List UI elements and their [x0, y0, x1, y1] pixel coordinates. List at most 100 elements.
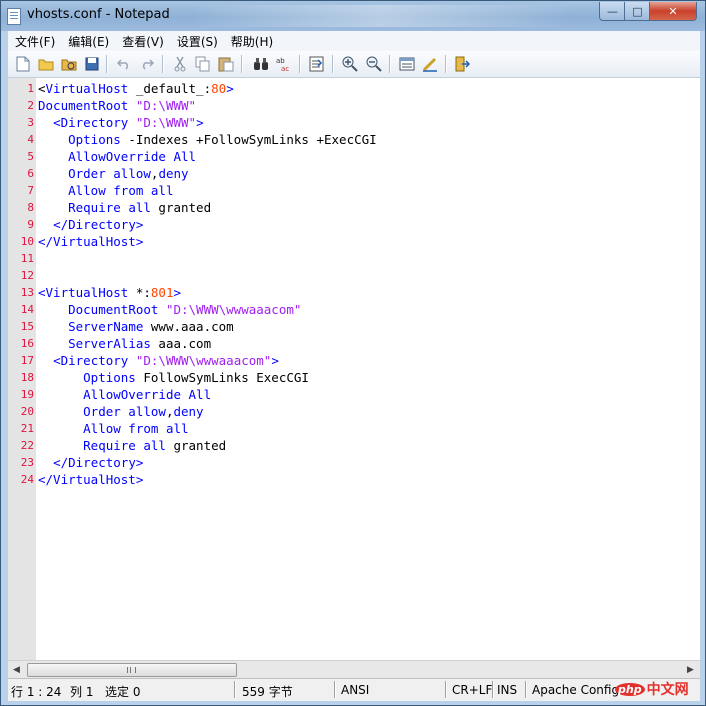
scroll-thumb[interactable]	[27, 663, 237, 677]
redo-icon[interactable]	[138, 55, 156, 73]
cut-icon[interactable]	[171, 55, 189, 73]
line-number: 3	[27, 116, 34, 129]
menu-edit[interactable]: 编辑(E)	[61, 33, 115, 50]
code-line[interactable]	[38, 250, 377, 267]
line-number-gutter: 1 2 3 4 5 6 7 8 9 10 11 12 13 14 15 16 17 18 19 20 21 22 23 24	[8, 78, 36, 660]
minimize-button[interactable]: —	[599, 2, 626, 21]
code-token: Options	[83, 370, 136, 385]
code-line[interactable]: ServerAlias aaa.com	[38, 335, 377, 352]
undo-icon[interactable]	[115, 55, 133, 73]
menu-view[interactable]: 查看(V)	[115, 33, 170, 50]
find-icon[interactable]	[252, 55, 270, 73]
menu-file[interactable]: 文件(F)	[8, 33, 61, 50]
toolbar-separator	[299, 55, 301, 73]
title-bar[interactable]: vhosts.conf - Notepad — □ ✕	[1, 1, 705, 31]
text-editor[interactable]: 1 2 3 4 5 6 7 8 9 10 11 12 13 14 15 16 17 18 19 20 21 22 23 24 …	[8, 78, 700, 660]
code-line[interactable]: DocumentRoot "D:\WWW"	[38, 97, 377, 114]
replace-icon[interactable]: ab ac	[275, 55, 293, 73]
code-token: </Directory>	[53, 217, 144, 232]
code-line[interactable]: Require all granted	[38, 437, 377, 454]
zoom-in-icon[interactable]	[341, 55, 359, 73]
line-number: 1	[27, 82, 34, 95]
code-line[interactable]: <VirtualHost *:801>	[38, 284, 377, 301]
code-token: 801	[150, 285, 174, 300]
code-token: *:	[128, 285, 151, 300]
paste-icon[interactable]	[217, 55, 235, 73]
line-number: 5	[27, 150, 34, 163]
toolbar-separator	[445, 55, 447, 73]
maximize-button[interactable]: □	[624, 2, 651, 21]
code-token: Order allow	[68, 166, 151, 181]
code-line[interactable]: <Directory "D:\WWW\wwwaaacom">	[38, 352, 377, 369]
code-line[interactable]: Options FollowSymLinks ExecCGI	[38, 369, 377, 386]
code-token: >	[173, 285, 181, 300]
code-line[interactable]: <Directory "D:\WWW">	[38, 114, 377, 131]
code-token: granted	[165, 438, 227, 453]
line-number: 2	[27, 99, 34, 112]
zoom-out-icon[interactable]	[365, 55, 383, 73]
view-icon[interactable]	[398, 55, 416, 73]
save-icon[interactable]	[83, 55, 101, 73]
code-line[interactable]: DocumentRoot "D:\WWW\wwwaaacom"	[38, 301, 377, 318]
code-line[interactable]: Allow from all	[38, 420, 377, 437]
scroll-left-icon[interactable]: ◀	[10, 663, 23, 676]
code-token: aaa.com	[150, 336, 212, 351]
line-number: 21	[20, 422, 34, 435]
code-token: granted	[150, 200, 212, 215]
code-line[interactable]: ServerName www.aaa.com	[38, 318, 377, 335]
code-line[interactable]: Order allow,deny	[38, 165, 377, 182]
code-line[interactable]: AllowOverride All	[38, 386, 377, 403]
close-button[interactable]: ✕	[649, 2, 697, 21]
toolbar-separator	[106, 55, 108, 73]
new-file-icon[interactable]	[14, 55, 32, 73]
code-line[interactable]: Order allow,deny	[38, 403, 377, 420]
code-token: Options	[68, 132, 121, 147]
copy-icon[interactable]	[194, 55, 212, 73]
menu-help[interactable]: 帮助(H)	[224, 33, 279, 50]
exit-icon[interactable]	[453, 55, 471, 73]
code-line[interactable]: </VirtualHost>	[38, 233, 377, 250]
code-token: "D:\WWW\wwwaaacom"	[165, 302, 302, 317]
horizontal-scrollbar[interactable]: ◀ ▶	[8, 660, 700, 678]
window-title: vhosts.conf - Notepad	[27, 7, 170, 22]
open-file-icon[interactable]	[37, 55, 55, 73]
status-bytes: 559 字节	[242, 685, 293, 699]
status-divider	[334, 681, 336, 698]
notepad-app-icon[interactable]	[7, 8, 21, 25]
watermark-text: 中文网	[646, 682, 689, 698]
code-line[interactable]: Require all granted	[38, 199, 377, 216]
code-line[interactable]: Allow from all	[38, 182, 377, 199]
line-number: 10	[20, 235, 34, 248]
code-line[interactable]: Options -Indexes +FollowSymLinks +ExecCG…	[38, 131, 377, 148]
code-line[interactable]	[38, 267, 377, 284]
code-area[interactable]: <VirtualHost _default_:80> DocumentRoot "…	[38, 80, 377, 488]
code-line[interactable]: </VirtualHost>	[38, 471, 377, 488]
code-token: -Indexes +FollowSymLinks +ExecCGI	[120, 132, 377, 147]
menu-settings[interactable]: 设置(S)	[170, 33, 224, 50]
open-folder-icon[interactable]	[60, 55, 78, 73]
code-line[interactable]: </Directory>	[38, 454, 377, 471]
edit-icon[interactable]	[421, 55, 439, 73]
status-column: 列 1	[70, 685, 94, 699]
goto-icon[interactable]	[308, 55, 326, 73]
code-line[interactable]: AllowOverride All	[38, 148, 377, 165]
notepad-window: vhosts.conf - Notepad — □ ✕ 文件(F) 编辑(E) …	[0, 0, 706, 706]
code-token: VirtualHost	[45, 81, 129, 96]
code-line[interactable]: <VirtualHost _default_:80>	[38, 80, 377, 97]
code-token: 80	[211, 81, 227, 96]
code-token: AllowOverride All	[83, 387, 212, 402]
code-line[interactable]: </Directory>	[38, 216, 377, 233]
toolbar-separator	[162, 55, 164, 73]
scroll-right-icon[interactable]: ▶	[684, 663, 697, 676]
toolbar-separator	[241, 55, 243, 73]
